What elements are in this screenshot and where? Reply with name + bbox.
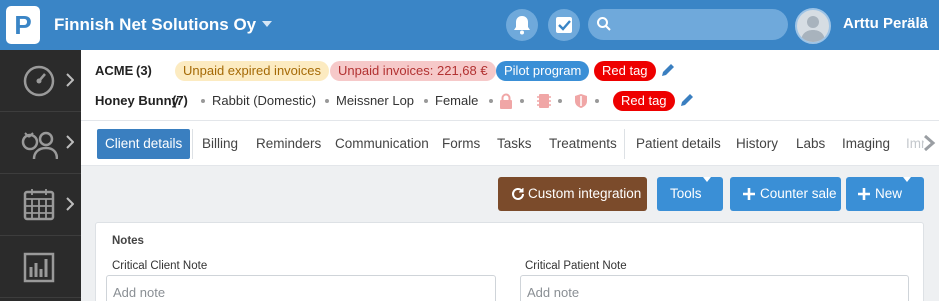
separator-dot: [424, 99, 428, 103]
refresh-icon: [512, 187, 524, 200]
separator-dot: [201, 99, 205, 103]
custom-integration-button[interactable]: Custom integration: [498, 177, 647, 211]
patient-sex: Female: [435, 93, 479, 108]
tab-treatments[interactable]: Treatments: [549, 129, 617, 159]
chevron-down-icon: [703, 177, 711, 182]
sidebar-item-dashboard[interactable]: [0, 50, 81, 112]
notifications-button[interactable]: [506, 9, 538, 41]
notes-panel: Notes Critical Client Note Critical Pati…: [95, 222, 924, 301]
counter-sale-button[interactable]: Counter sale: [730, 177, 841, 211]
counter-sale-label: Counter sale: [760, 186, 837, 201]
speedometer-icon: [23, 65, 55, 97]
separator-dot: [595, 99, 599, 103]
tab-client-details[interactable]: Client details: [97, 129, 191, 159]
tab-tasks[interactable]: Tasks: [497, 129, 532, 159]
app-logo-letter: P: [14, 10, 32, 40]
organization-name: Finnish Net Solutions Oy: [54, 15, 257, 34]
tab-bar: Client details Billing Reminders Communi…: [81, 120, 939, 166]
chevron-right-icon: [66, 197, 74, 211]
critical-patient-note-input[interactable]: [520, 275, 909, 301]
user-name[interactable]: Arttu Perälä: [843, 15, 928, 32]
app-logo[interactable]: P: [6, 6, 40, 44]
tab-reminders[interactable]: Reminders: [256, 129, 321, 159]
tools-button[interactable]: Tools: [657, 177, 723, 211]
patient-name[interactable]: Honey Bunny: [95, 91, 179, 111]
sidebar-item-reports[interactable]: [0, 236, 81, 298]
patient-breed: Meissner Lop: [336, 93, 415, 108]
user-avatar[interactable]: [795, 8, 831, 44]
sidebar-item-calendar[interactable]: [0, 174, 81, 236]
patient-count: (7): [172, 93, 188, 108]
tab-communication[interactable]: Communication: [335, 129, 429, 159]
separator-dot: [520, 99, 524, 103]
patient-species: Rabbit (Domestic): [212, 93, 317, 108]
separator-dot: [489, 99, 493, 103]
separator-dot: [325, 99, 329, 103]
client-name[interactable]: ACME: [95, 61, 133, 81]
organization-selector[interactable]: Finnish Net Solutions Oy: [54, 15, 273, 35]
user-icon: [801, 16, 825, 42]
tab-billing[interactable]: Billing: [202, 129, 238, 159]
calendar-icon: [23, 189, 55, 221]
tab-history[interactable]: History: [736, 129, 778, 159]
badge-pilot-program[interactable]: Pilot program: [496, 61, 590, 81]
top-bar: P Finnish Net Solutions Oy Arttu Perälä: [0, 0, 939, 50]
edit-pencil-icon[interactable]: [660, 62, 676, 78]
tab-separator: [192, 129, 193, 159]
sidebar-item-clients[interactable]: [0, 112, 81, 174]
critical-patient-note-label: Critical Patient Note: [525, 260, 627, 272]
search-input[interactable]: [588, 9, 788, 40]
badge-patient-red-tag[interactable]: Red tag: [613, 91, 675, 111]
notes-title: Notes: [112, 235, 144, 247]
edit-pencil-icon[interactable]: [679, 92, 695, 108]
separator-dot: [558, 99, 562, 103]
bar-chart-icon: [23, 252, 55, 283]
tab-forms[interactable]: Forms: [442, 129, 480, 159]
badge-unpaid-expired[interactable]: Unpaid expired invoices: [175, 61, 330, 81]
client-count: (3): [136, 63, 152, 78]
badge-client-red-tag[interactable]: Red tag: [594, 61, 656, 81]
sidebar: [0, 50, 81, 301]
tab-separator: [624, 129, 625, 159]
tab-labs[interactable]: Labs: [796, 129, 825, 159]
critical-client-note-input[interactable]: [106, 275, 496, 301]
tools-label: Tools: [670, 186, 702, 201]
chevron-right-icon[interactable]: [922, 135, 936, 151]
tasks-button[interactable]: [548, 9, 580, 41]
tab-patient-details[interactable]: Patient details: [636, 129, 721, 159]
chevron-down-icon: [262, 21, 273, 27]
client-header: ACME (3) Unpaid expired invoices Unpaid …: [81, 50, 939, 120]
pet-owner-icon: [21, 131, 58, 160]
shield-icon: [575, 94, 587, 108]
custom-integration-label: Custom integration: [528, 186, 642, 201]
lock-icon: [500, 93, 512, 109]
chevron-down-icon: [903, 177, 911, 182]
new-label: New: [875, 186, 903, 201]
new-button[interactable]: New: [846, 177, 924, 211]
plus-icon: [743, 188, 755, 200]
bell-icon: [514, 16, 530, 35]
chevron-right-icon: [66, 135, 74, 149]
checkbox-icon: [556, 17, 572, 33]
search-icon: [597, 17, 611, 31]
chevron-right-icon: [66, 73, 74, 87]
badge-unpaid-invoices[interactable]: Unpaid invoices: 221,68 €: [330, 61, 496, 81]
critical-client-note-label: Critical Client Note: [112, 260, 208, 272]
tab-imaging[interactable]: Imaging: [842, 129, 890, 159]
microchip-icon: [537, 94, 551, 108]
plus-icon: [858, 188, 870, 200]
